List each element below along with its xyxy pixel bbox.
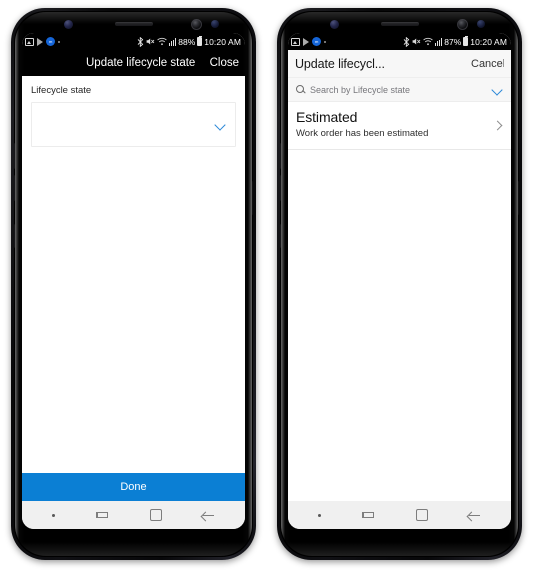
screenshot-icon	[25, 37, 34, 46]
chevron-down-icon[interactable]	[214, 119, 226, 131]
screen-left: m 88% 10:20 AM Update lifecycle state Cl…	[22, 33, 245, 529]
bixby-button[interactable]	[14, 224, 15, 248]
clock-right: 10:20 AM	[470, 36, 507, 47]
search-input[interactable]: Search by Lifecycle state	[310, 85, 486, 95]
bluetooth-icon	[403, 36, 410, 47]
recents-button-icon[interactable]	[95, 509, 109, 521]
list-item-title: Estimated	[296, 109, 358, 125]
battery-icon	[197, 36, 203, 46]
clock-left: 10:20 AM	[204, 36, 241, 47]
battery-percent-right: 87%	[444, 36, 462, 47]
battery-percent-left: 88%	[178, 36, 196, 47]
screenshot-canvas: m 88% 10:20 AM Update lifecycle state Cl…	[0, 0, 533, 570]
volume-up-button[interactable]	[280, 143, 281, 169]
top-sensor-cluster-left	[14, 16, 253, 32]
phone-device-left: m 88% 10:20 AM Update lifecycle state Cl…	[11, 8, 256, 560]
iris-scanner-icon	[330, 19, 339, 29]
search-bar[interactable]: Search by Lifecycle state	[288, 78, 511, 102]
dot-indicator-icon	[318, 513, 322, 517]
mute-icon	[412, 37, 421, 46]
home-button-icon[interactable]	[415, 509, 428, 521]
signal-icon	[434, 38, 443, 46]
android-nav-bar-right	[288, 501, 511, 529]
status-bar-right: m 87% 10:20 AM	[288, 33, 511, 50]
volume-down-button[interactable]	[14, 175, 15, 201]
bixby-button[interactable]	[280, 224, 281, 248]
signal-icon	[168, 38, 177, 46]
form-body-left: Lifecycle state	[22, 76, 245, 473]
recents-button-icon[interactable]	[361, 509, 375, 521]
power-button[interactable]	[252, 181, 253, 215]
screenshot-icon	[291, 37, 300, 46]
back-button-icon[interactable]	[202, 509, 215, 521]
front-camera-icon	[457, 18, 468, 30]
close-button[interactable]: Close	[200, 57, 239, 69]
lifecycle-state-dropdown[interactable]	[31, 102, 236, 147]
lifecycle-state-label: Lifecycle state	[31, 85, 92, 96]
volume-up-button[interactable]	[14, 143, 15, 169]
phone-device-right: m 87% 10:20 AM Update lifecycl... Cancel…	[277, 8, 522, 560]
app-bar-right: Update lifecycl... Cancel	[288, 50, 511, 78]
list-item[interactable]: Estimated Work order has been estimated	[288, 102, 511, 150]
app-badge-icon: m	[46, 37, 55, 46]
search-icon	[296, 85, 305, 94]
wifi-icon	[157, 37, 167, 46]
page-title-right: Update lifecycl...	[295, 56, 385, 71]
mute-icon	[146, 37, 155, 46]
top-sensor-cluster-right	[280, 16, 519, 32]
play-store-icon	[37, 37, 43, 46]
app-bar-left: Update lifecycle state Close	[22, 50, 245, 76]
dot-icon	[58, 40, 60, 43]
dot-icon	[324, 40, 326, 43]
volume-down-button[interactable]	[280, 175, 281, 201]
android-nav-bar-left	[22, 501, 245, 529]
phone-bezel-right: m 87% 10:20 AM Update lifecycl... Cancel…	[280, 11, 519, 557]
page-title-left: Update lifecycle state	[86, 57, 196, 69]
status-bar-left: m 88% 10:20 AM	[22, 33, 245, 50]
cancel-button[interactable]: Cancel	[471, 58, 504, 70]
picker-body-right: Search by Lifecycle state Estimated Work…	[288, 78, 511, 501]
iris-scanner-icon	[64, 19, 73, 29]
play-store-icon	[303, 37, 309, 46]
bluetooth-icon	[137, 36, 144, 47]
list-item-subtitle: Work order has been estimated	[296, 128, 429, 139]
back-button-icon[interactable]	[468, 509, 481, 521]
proximity-sensor-icon	[477, 20, 485, 28]
dot-indicator-icon	[52, 513, 56, 517]
proximity-sensor-icon	[211, 20, 219, 28]
power-button[interactable]	[518, 181, 519, 215]
home-button-icon[interactable]	[149, 509, 162, 521]
list-empty-area	[288, 150, 511, 501]
phone-bezel-left: m 88% 10:20 AM Update lifecycle state Cl…	[14, 11, 253, 557]
chevron-right-icon	[493, 119, 503, 131]
earpiece-speaker-icon	[380, 22, 419, 26]
screen-right: m 87% 10:20 AM Update lifecycl... Cancel…	[288, 33, 511, 529]
done-button-label: Done	[120, 481, 147, 493]
earpiece-speaker-icon	[114, 22, 153, 26]
app-badge-icon: m	[312, 37, 321, 46]
wifi-icon	[423, 37, 433, 46]
battery-icon	[463, 36, 469, 46]
front-camera-icon	[191, 18, 202, 30]
done-button[interactable]: Done	[22, 473, 245, 501]
chevron-down-icon[interactable]	[491, 84, 503, 96]
